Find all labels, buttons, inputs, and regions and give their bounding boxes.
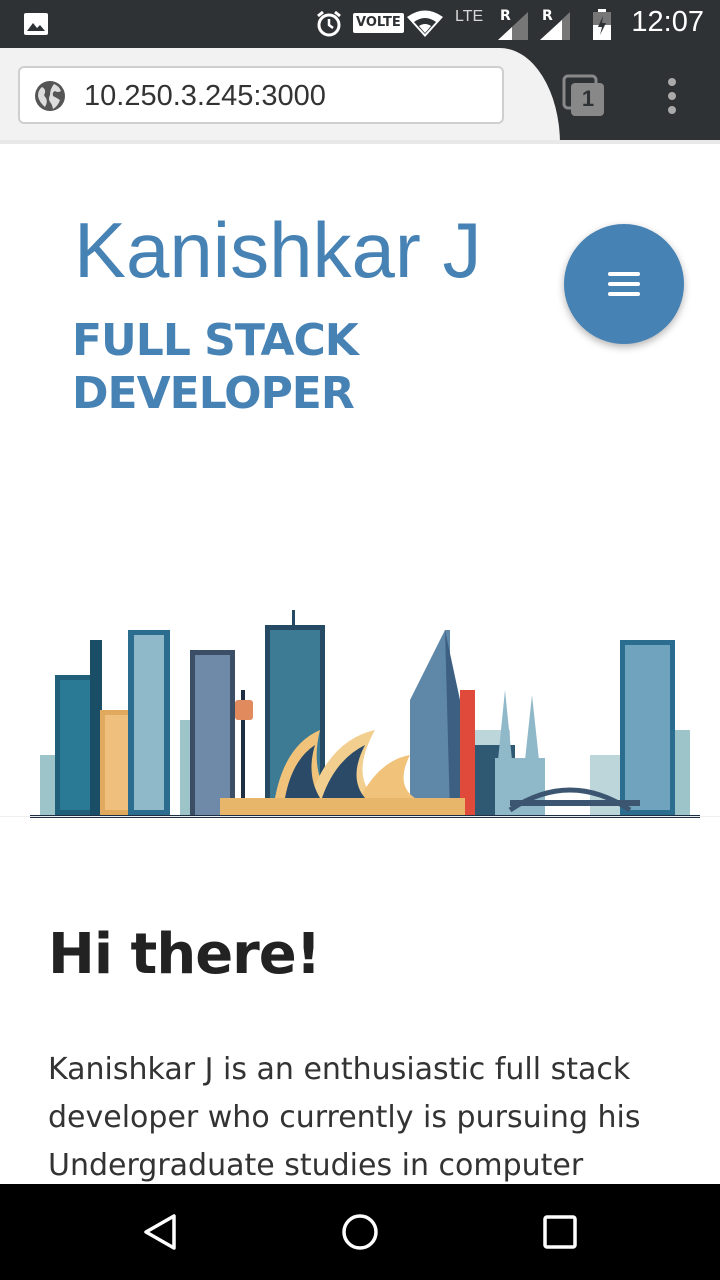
tab-count: 1 xyxy=(581,86,595,111)
home-icon[interactable] xyxy=(340,1212,380,1252)
clock: 12:07 xyxy=(631,6,704,38)
hamburger-icon-bar xyxy=(608,282,640,286)
wifi-icon xyxy=(407,10,443,37)
recents-icon[interactable] xyxy=(540,1212,580,1252)
back-icon[interactable] xyxy=(140,1212,180,1252)
url-bar[interactable]: 10.250.3.245:3000 xyxy=(18,66,504,124)
status-bar: VOLTE LTE R R 12:07 xyxy=(0,0,720,48)
page-divider xyxy=(0,140,720,144)
intro-paragraph: Kanishkar J is an enthusiastic full stac… xyxy=(48,1052,641,1183)
hamburger-icon xyxy=(608,272,640,276)
section-divider xyxy=(0,816,720,817)
site-name: Kanishkar J xyxy=(74,206,482,294)
alarm-icon xyxy=(317,10,341,37)
hamburger-icon-bar xyxy=(608,292,640,296)
image-notification-icon xyxy=(24,13,48,35)
city-skyline-illustration xyxy=(30,610,700,818)
signal-icon-2 xyxy=(540,12,570,40)
lte-label: LTE xyxy=(455,8,484,25)
more-options-icon[interactable] xyxy=(660,76,684,116)
browser-toolbar: 10.250.3.245:3000 1 xyxy=(0,48,720,144)
menu-button[interactable] xyxy=(564,224,684,344)
system-navigation-bar xyxy=(0,1184,720,1280)
globe-icon xyxy=(35,81,65,111)
site-tagline: FULL STACK DEVELOPER xyxy=(72,315,359,419)
volte-badge: VOLTE xyxy=(353,13,404,33)
signal-icon xyxy=(498,12,528,40)
section-heading: Hi there! xyxy=(48,922,321,987)
url-text: 10.250.3.245:3000 xyxy=(84,80,326,112)
battery-icon xyxy=(593,9,611,40)
